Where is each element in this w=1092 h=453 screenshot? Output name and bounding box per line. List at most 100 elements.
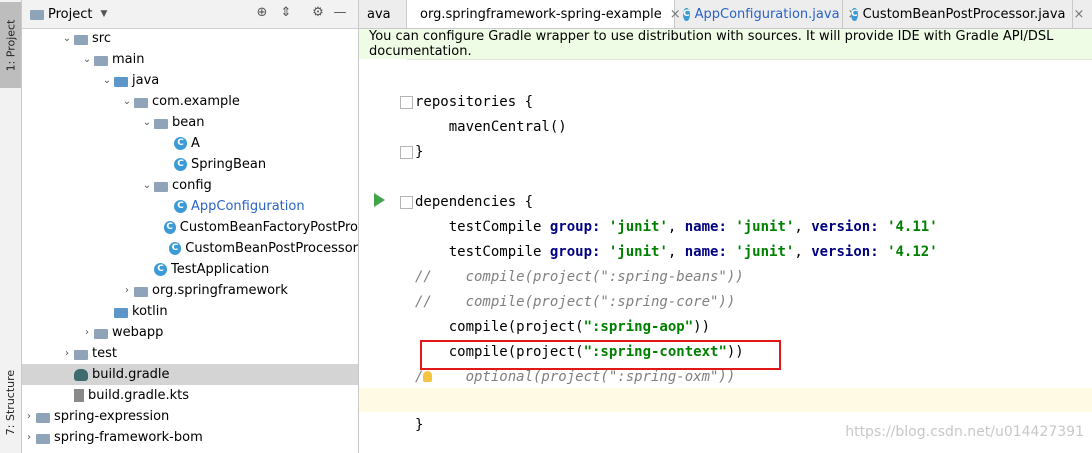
code-line: testCompile group: 'junit', name: 'junit…: [415, 244, 938, 260]
tree-item[interactable]: kotlin: [22, 301, 358, 322]
project-panel-title[interactable]: Project: [48, 7, 92, 22]
folder-icon: [94, 55, 108, 66]
chevron-down-icon[interactable]: ⌄: [140, 180, 154, 191]
tree-item[interactable]: › org.springframework: [22, 280, 358, 301]
chevron-down-icon[interactable]: ⌄: [140, 117, 154, 128]
tree-item-label: com.example: [152, 94, 240, 109]
class-icon: C: [163, 221, 176, 234]
editor-tab-label: CustomBeanPostProcessor.java: [862, 6, 1066, 22]
lightbulb-icon[interactable]: [423, 371, 432, 382]
editor-tab[interactable]: org.springframework-spring-example ×: [407, 0, 681, 28]
minimize-icon[interactable]: —: [332, 5, 348, 21]
tree-item[interactable]: CA: [22, 133, 358, 154]
tree-item-label: test: [92, 346, 117, 361]
tree-item[interactable]: › webapp: [22, 322, 358, 343]
code-string: '4.11': [887, 219, 938, 235]
project-tool-tab[interactable]: 1: Project: [0, 2, 21, 88]
folder-icon: [94, 328, 108, 339]
tree-item[interactable]: C CustomBeanFactoryPostPro: [22, 217, 358, 238]
class-icon: C: [851, 7, 858, 21]
tree-item-label: spring-framework-bom: [54, 430, 203, 445]
chevron-right-icon[interactable]: ›: [80, 327, 94, 338]
folder-icon: [74, 349, 88, 360]
code-line: testCompile group: 'junit', name: 'junit…: [415, 219, 938, 235]
editor-tab[interactable]: C CustomBeanPostProcessor.java ×: [843, 0, 1084, 28]
chevron-right-icon[interactable]: ›: [22, 432, 36, 443]
gear-icon[interactable]: ⚙: [310, 5, 326, 21]
file-icon: [74, 389, 84, 402]
tree-item-label: build.gradle.kts: [88, 388, 190, 403]
editor-area: ava org.springframework-spring-example × C A…: [359, 0, 1092, 453]
chevron-right-icon[interactable]: ›: [60, 348, 74, 359]
tree-item[interactable]: C CustomBeanPostProcessor: [22, 238, 358, 259]
tree-item[interactable]: build.gradle: [22, 364, 358, 385]
chevron-down-icon[interactable]: ⌄: [60, 33, 74, 44]
code-text: )): [693, 319, 711, 335]
code-string: 'junit': [608, 244, 668, 260]
code-comment: // compile(project(":spring-beans")): [415, 269, 744, 285]
tree-item[interactable]: C TestApplication: [22, 259, 358, 280]
code-string: '4.12': [887, 244, 938, 260]
tree-item-label: CustomBeanPostProcessor: [185, 241, 358, 256]
tree-item[interactable]: ⌄ com.example: [22, 91, 358, 112]
tree-item[interactable]: ⌄ src: [22, 28, 358, 49]
source-folder-icon: [114, 307, 128, 318]
close-icon[interactable]: ×: [1074, 7, 1085, 22]
fold-marker-icon[interactable]: [400, 146, 413, 159]
code-text: testCompile: [415, 244, 550, 260]
structure-tool-tab[interactable]: 7: Structure: [0, 360, 21, 444]
tree-item-label: src: [92, 31, 111, 46]
current-line-highlight: [359, 388, 1092, 412]
tree-item[interactable]: build.gradle.kts: [22, 385, 358, 406]
editor-tab[interactable]: CAppConfiguration.java×: [675, 0, 858, 28]
tree-item-label: kotlin: [132, 304, 168, 319]
code-line: // compile(project(":spring-core")): [415, 290, 735, 315]
chevron-right-icon[interactable]: ›: [120, 285, 134, 296]
editor-tab-bar: ava org.springframework-spring-example × C A…: [359, 0, 1092, 29]
tree-item[interactable]: ⌄ config: [22, 175, 358, 196]
tree-item[interactable]: ⌄ bean: [22, 112, 358, 133]
code-text: compile(project(: [415, 319, 584, 335]
tree-item[interactable]: › spring-framework-bom: [22, 427, 358, 448]
code-line: }: [415, 413, 423, 438]
tree-item-label: org.springframework: [152, 283, 288, 298]
fold-marker-icon[interactable]: [400, 196, 413, 209]
code-text: testCompile: [415, 219, 550, 235]
tree-item[interactable]: › test: [22, 343, 358, 364]
run-icon[interactable]: [374, 193, 385, 207]
tree-item-label: CustomBeanFactoryPostPro: [179, 220, 358, 235]
code-keyword: version: [811, 244, 871, 260]
package-icon: [134, 97, 148, 108]
package-icon: [154, 118, 168, 129]
chevron-right-icon[interactable]: ›: [22, 411, 36, 422]
red-highlight-box: [420, 340, 781, 370]
fold-marker-icon[interactable]: [400, 96, 413, 109]
class-icon: C: [683, 7, 690, 21]
chevron-down-icon[interactable]: ⌄: [120, 96, 134, 107]
code-line: repositories {: [415, 90, 533, 115]
tree-item[interactable]: › spring-expression: [22, 406, 358, 427]
chevron-down-icon[interactable]: ⌄: [100, 75, 114, 86]
target-icon[interactable]: ⊕: [254, 5, 270, 21]
editor-tab-label: org.springframework-spring-example: [420, 6, 662, 22]
code-text: }: [415, 417, 424, 433]
editor-tab-label: AppConfiguration.java: [694, 6, 840, 22]
code-string: 'junit': [735, 244, 795, 260]
structure-tool-tab-label: 7: Structure: [4, 369, 17, 435]
code-comment: // compile(project(":spring-core")): [415, 294, 736, 310]
tree-item[interactable]: ⌄ main: [22, 49, 358, 70]
collapse-icon[interactable]: ⇕: [278, 5, 294, 21]
editor-tab[interactable]: ava: [359, 0, 407, 28]
tree-item-label: spring-expression: [54, 409, 170, 424]
code-comment: / optional(project(":spring-oxm")): [415, 369, 736, 385]
tree-item[interactable]: C AppConfiguration: [22, 196, 358, 217]
chevron-down-icon[interactable]: ▼: [100, 9, 107, 19]
tree-item-label: AppConfiguration: [191, 199, 305, 214]
chevron-down-icon[interactable]: ⌄: [80, 54, 94, 65]
code-keyword: group: [549, 219, 593, 235]
code-text: }: [415, 144, 424, 160]
tree-item[interactable]: C SpringBean: [22, 154, 358, 175]
tree-item[interactable]: ⌄ java: [22, 70, 358, 91]
tree-item-label: config: [172, 178, 212, 193]
code-line: // compile(project(":spring-beans")): [415, 265, 744, 290]
